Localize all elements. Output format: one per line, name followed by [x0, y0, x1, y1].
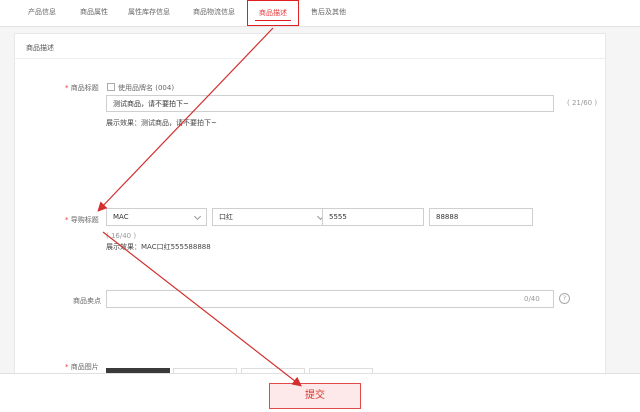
category-select-value: 口红 — [219, 213, 233, 221]
brand-select[interactable]: MAC — [106, 208, 207, 226]
submit-button[interactable]: 提交 — [269, 383, 361, 409]
images-field-label: * 商品图片 — [65, 362, 99, 372]
title-preview: 展示效果：测试商品，请不要拍下~ — [106, 119, 217, 127]
tab-product-info[interactable]: 产品信息 — [28, 0, 56, 26]
tab-description-label: 商品描述 — [259, 9, 287, 17]
attr-field-label: * 导购标题 — [65, 215, 99, 225]
active-tab-underline — [255, 19, 291, 21]
attr-input-2[interactable]: 88888 — [429, 208, 533, 226]
title-field-label: * 商品标题 — [65, 83, 99, 93]
selling-point-counter: 0/40 — [524, 295, 540, 303]
panel-header: 商品描述 — [15, 34, 605, 59]
brand-name-checkbox[interactable] — [107, 83, 115, 91]
category-select[interactable]: 口红 — [212, 208, 330, 226]
selling-point-input[interactable] — [106, 290, 554, 308]
attr-counter: ( 16/40 ) — [106, 232, 137, 240]
tab-attribute-stock[interactable]: 属性库存信息 — [128, 0, 170, 26]
brand-name-option: 使用品牌名 (004) — [118, 84, 175, 92]
title-input[interactable]: 测试商品，请不要拍下~ — [106, 95, 554, 112]
attr-label-text: 导购标题 — [70, 216, 99, 224]
attr-preview: 展示效果：MAC口红555588888 — [106, 243, 211, 251]
tab-description[interactable]: 商品描述 — [247, 0, 299, 26]
images-label-text: 商品图片 — [70, 363, 99, 371]
help-icon[interactable]: ? — [559, 293, 570, 304]
brand-select-value: MAC — [113, 213, 129, 221]
tab-after-sales[interactable]: 售后及其他 — [311, 0, 346, 26]
chevron-down-icon — [193, 212, 202, 221]
tab-logistics[interactable]: 商品物流信息 — [193, 0, 235, 26]
title-counter: ( 21/60 ) — [567, 99, 598, 107]
section-title: 商品描述 — [26, 44, 54, 52]
description-panel: 商品描述 * 商品标题 使用品牌名 (004) 测试商品，请不要拍下~ ( 21… — [14, 33, 606, 411]
attr-input-1[interactable]: 5555 — [322, 208, 424, 226]
tab-bar: 产品信息 商品属性 属性库存信息 商品物流信息 商品描述 售后及其他 — [0, 0, 640, 27]
tab-product-attributes[interactable]: 商品属性 — [80, 0, 108, 26]
title-label-text: 商品标题 — [70, 84, 99, 92]
selling-point-label: 商品卖点 — [73, 297, 101, 305]
